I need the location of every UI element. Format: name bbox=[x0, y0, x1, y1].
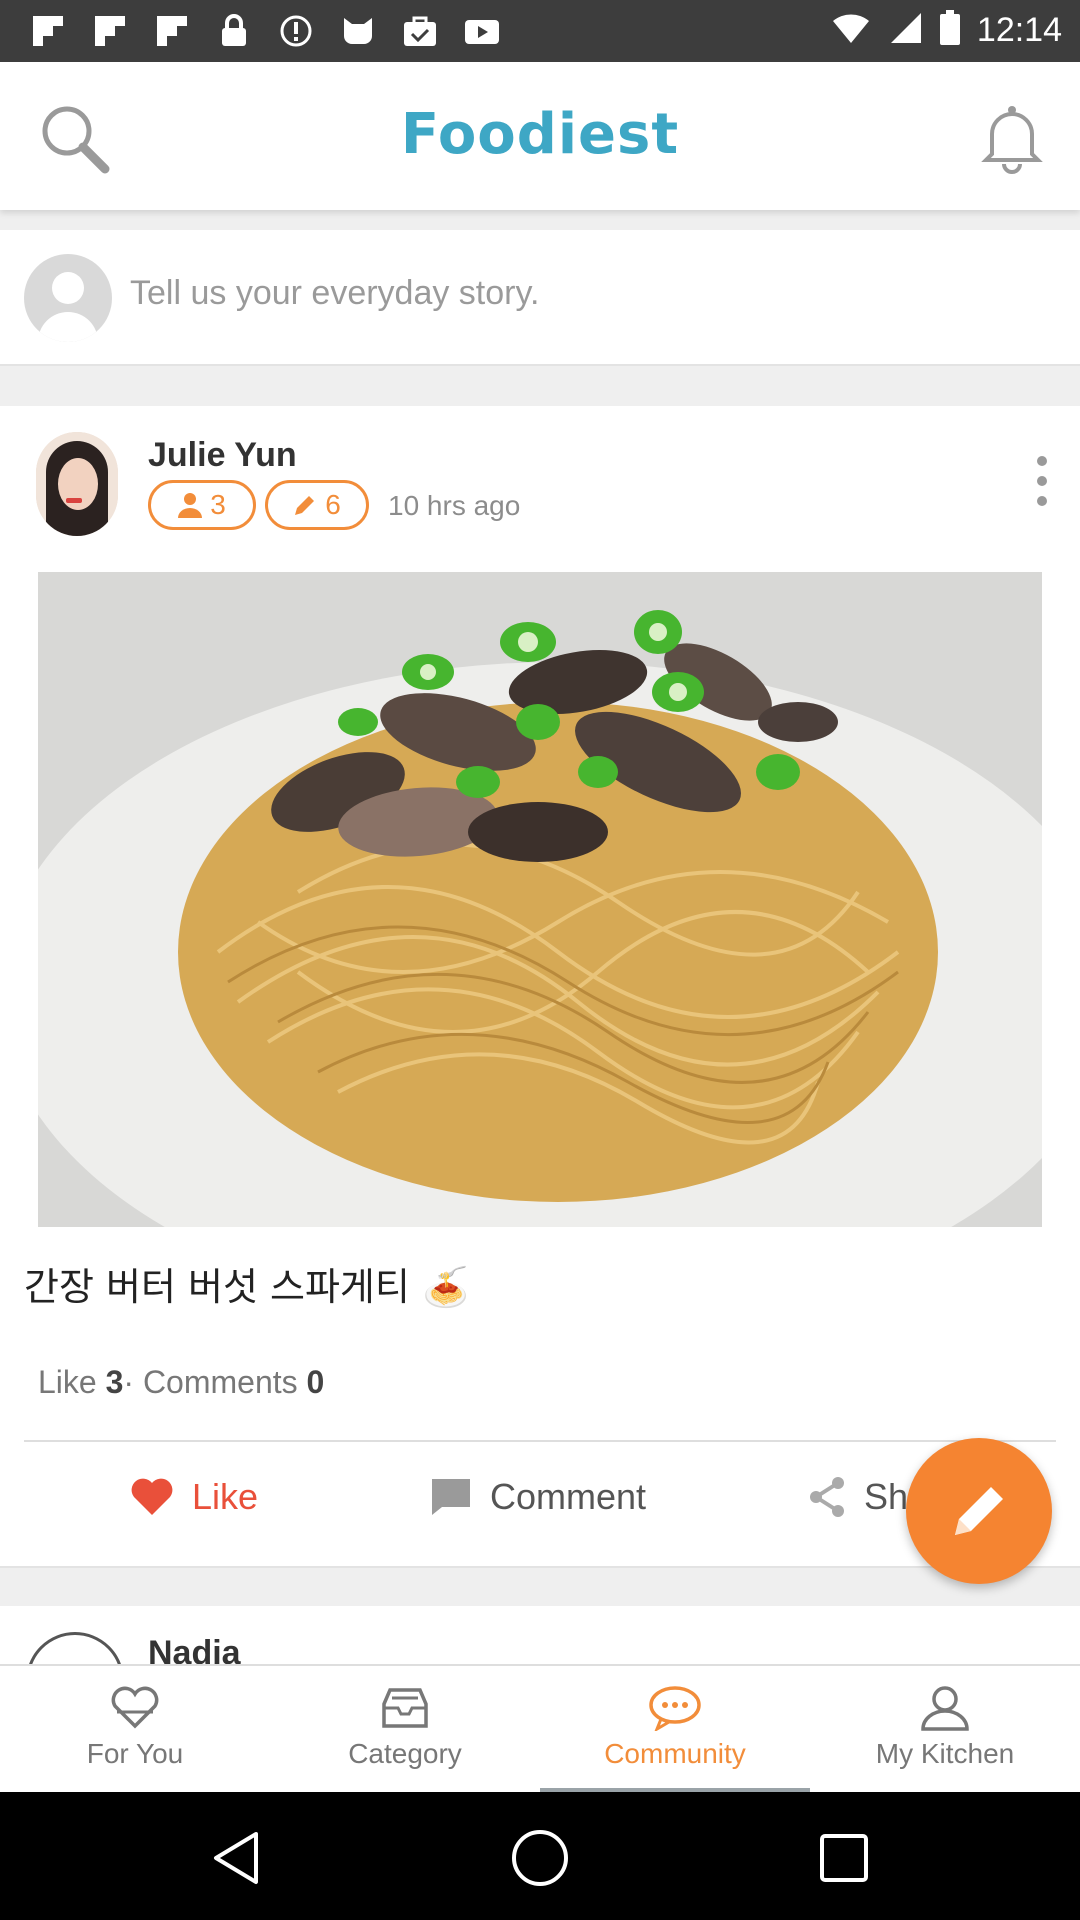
tab-community[interactable]: Community bbox=[540, 1666, 810, 1792]
comments-count: 0 bbox=[306, 1364, 325, 1400]
flipboard-icon bbox=[90, 12, 130, 50]
tab-for-you[interactable]: For You bbox=[0, 1666, 270, 1792]
followers-count: 3 bbox=[210, 489, 226, 520]
bell-icon[interactable] bbox=[972, 98, 1052, 178]
author-name[interactable]: Julie Yun bbox=[148, 436, 297, 475]
flipboard-icon bbox=[28, 12, 68, 50]
cat-icon bbox=[338, 12, 378, 50]
likes-count: 3 bbox=[105, 1364, 124, 1400]
feed-post: Julie Yun 3 6 10 hrs ago 간장 버터 버섯 스파게티 🍝… bbox=[0, 406, 1080, 1568]
home-button[interactable] bbox=[504, 1822, 576, 1894]
post-timestamp: 10 hrs ago bbox=[388, 490, 521, 521]
comment-button-label: Comment bbox=[490, 1476, 647, 1517]
share-icon bbox=[810, 1477, 844, 1517]
bottom-tab-bar: For You Category Community My Kitchen bbox=[0, 1664, 1080, 1792]
clock: 12:14 bbox=[976, 11, 1062, 49]
app-logo: Foodiest bbox=[400, 102, 680, 167]
tab-label: My Kitchen bbox=[875, 1738, 1015, 1769]
recents-square-icon bbox=[820, 1834, 868, 1882]
story-input-placeholder[interactable]: Tell us your everyday story. bbox=[130, 274, 539, 313]
more-options-icon[interactable] bbox=[1032, 456, 1052, 506]
lock-icon bbox=[214, 12, 254, 50]
followers-badge: 3 bbox=[148, 480, 256, 530]
story-composer[interactable]: Tell us your everyday story. bbox=[0, 230, 1080, 366]
recents-button[interactable] bbox=[808, 1822, 880, 1894]
tray-icon bbox=[375, 1682, 435, 1734]
app-content: Foodiest Tell us your everyday story. Ju… bbox=[0, 62, 1080, 1792]
posts-badge: 6 bbox=[265, 480, 369, 530]
comment-icon bbox=[432, 1479, 470, 1515]
home-circle-icon bbox=[512, 1830, 568, 1886]
likes-label: Like bbox=[38, 1364, 97, 1400]
back-triangle-icon bbox=[214, 1832, 258, 1884]
tab-label: Category bbox=[348, 1738, 462, 1769]
write-post-button[interactable] bbox=[906, 1438, 1052, 1584]
caption-emoji: 🍝 bbox=[421, 1265, 470, 1309]
heart-icon bbox=[131, 1478, 173, 1515]
post-stats: Like 3· Comments 0 bbox=[38, 1364, 324, 1401]
like-button-label: Like bbox=[192, 1476, 259, 1517]
caption-text: 간장 버터 버섯 스파게티 bbox=[24, 1265, 410, 1309]
info-icon bbox=[276, 12, 316, 50]
wifi-icon bbox=[831, 11, 871, 50]
divider bbox=[24, 1440, 1056, 1442]
tab-label: For You bbox=[86, 1738, 184, 1769]
post-photo[interactable] bbox=[38, 572, 1042, 1227]
status-bar: 12:14 bbox=[0, 0, 1080, 62]
pencil-icon bbox=[295, 496, 315, 515]
like-button[interactable]: Like bbox=[130, 1476, 258, 1518]
tab-my-kitchen[interactable]: My Kitchen bbox=[810, 1666, 1080, 1792]
battery-icon bbox=[939, 10, 961, 51]
chat-bubble-icon bbox=[645, 1682, 705, 1734]
user-avatar-placeholder bbox=[24, 254, 112, 342]
person-icon bbox=[178, 493, 203, 518]
share-button-label: Sh bbox=[864, 1476, 909, 1517]
signal-icon bbox=[887, 11, 923, 50]
heart-basket-icon bbox=[105, 1682, 165, 1734]
comments-label: Comments bbox=[142, 1364, 298, 1400]
bag-icon bbox=[400, 12, 440, 50]
youtube-icon bbox=[462, 12, 502, 50]
tab-label: Community bbox=[604, 1738, 746, 1769]
stats-separator: · bbox=[123, 1364, 135, 1400]
share-button[interactable]: Sh bbox=[808, 1476, 908, 1518]
comment-button[interactable]: Comment bbox=[430, 1476, 646, 1518]
system-nav-bar bbox=[0, 1792, 1080, 1920]
pencil-icon bbox=[955, 1487, 1003, 1535]
notification-icons bbox=[28, 12, 502, 50]
tab-category[interactable]: Category bbox=[270, 1666, 540, 1792]
app-header: Foodiest bbox=[0, 62, 1080, 210]
post-caption: 간장 버터 버섯 스파게티 🍝 bbox=[24, 1256, 469, 1311]
back-button[interactable] bbox=[200, 1822, 272, 1894]
posts-count: 6 bbox=[325, 489, 341, 520]
author-avatar[interactable] bbox=[36, 432, 118, 536]
flipboard-icon bbox=[152, 12, 192, 50]
person-icon bbox=[915, 1682, 975, 1734]
